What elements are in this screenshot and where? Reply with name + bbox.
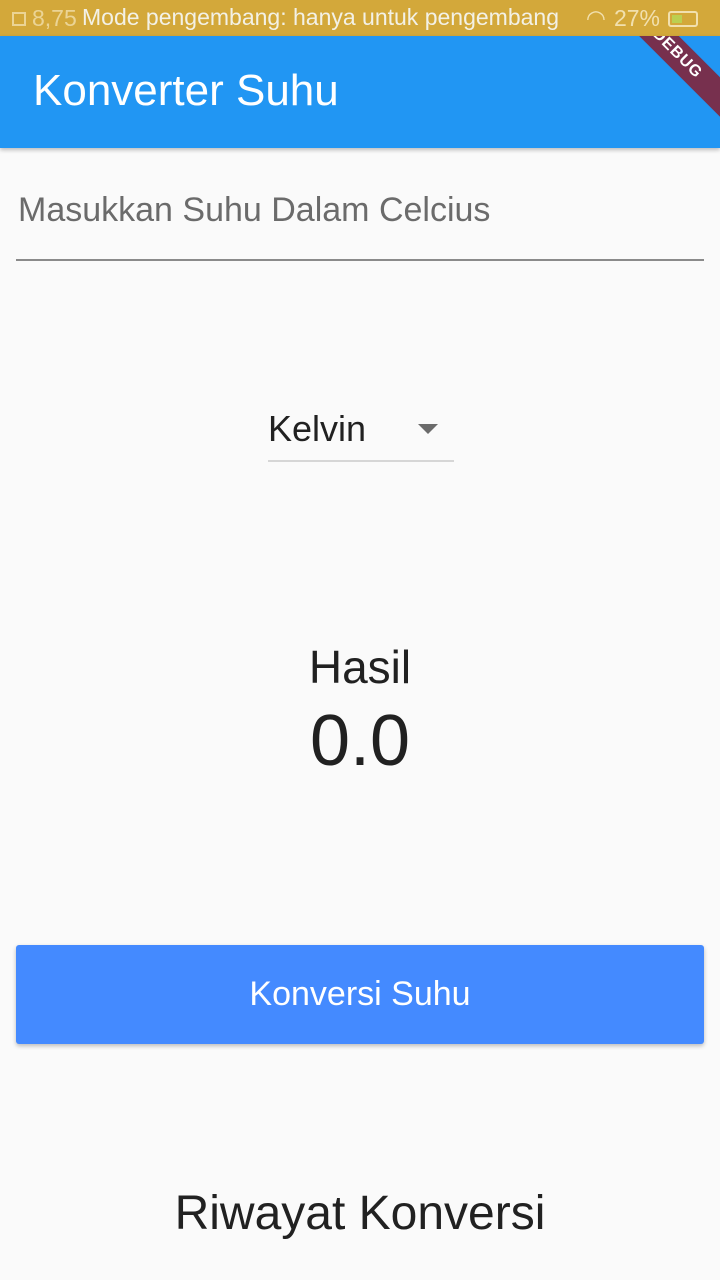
status-right-group: ◠ 27% — [586, 5, 698, 32]
status-left-group: 8,75 — [12, 5, 77, 32]
status-bar: 8,75 Mode pengembang: hanya untuk pengem… — [0, 0, 720, 36]
unit-dropdown-value: Kelvin — [268, 408, 367, 449]
notification-icon — [12, 11, 26, 26]
result-value: 0.0 — [309, 701, 411, 781]
wifi-icon: ◠ — [585, 5, 606, 31]
battery-percent: 27% — [613, 5, 660, 31]
battery-icon — [668, 10, 698, 27]
developer-mode-notice: Mode pengembang: hanya untuk pengembang — [82, 4, 559, 30]
app-bar: Konverter Suhu DEBUG — [0, 36, 720, 148]
convert-button[interactable]: Konversi Suhu — [16, 945, 704, 1044]
temperature-input-area — [16, 180, 708, 262]
dropdown-arrow-icon — [418, 424, 438, 434]
app-title: Konverter Suhu — [33, 66, 339, 115]
result-label: Hasil — [308, 641, 412, 693]
network-speed: 8,75 — [32, 5, 77, 31]
unit-dropdown[interactable]: Kelvin — [268, 400, 454, 462]
celsius-input[interactable] — [16, 180, 708, 240]
history-title: Riwayat Konversi — [174, 1187, 546, 1240]
dropdown-underline — [268, 460, 454, 462]
input-underline — [16, 259, 704, 261]
debug-banner: DEBUG — [606, 36, 720, 125]
